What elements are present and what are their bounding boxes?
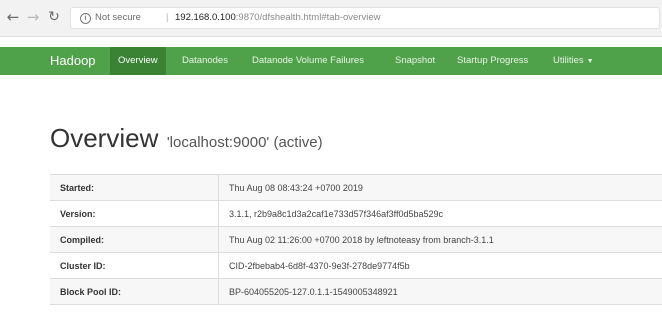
page-title: Overview 'localhost:9000' (active) <box>50 123 323 154</box>
table-row: Version: 3.1.1, r2b9a8c1d3a2caf1e733d57f… <box>50 200 662 227</box>
row-value: 3.1.1, r2b9a8c1d3a2caf1e733d57f346af3ff0… <box>218 200 662 227</box>
row-value: CID-2fbebab4-6d8f-4370-9e3f-278de9774f5b <box>218 252 662 279</box>
nav-tab-snapshot[interactable]: Snapshot <box>395 47 435 75</box>
hadoop-brand-link[interactable]: Hadoop <box>50 47 96 75</box>
caret-down-icon: ▼ <box>586 58 594 65</box>
address-bar[interactable]: i Not secure | 192.168.0.100:9870/dfshea… <box>70 7 660 29</box>
row-value: Thu Aug 08 08:43:24 +0700 2019 <box>218 174 662 201</box>
row-value: BP-604055205-127.0.1.1-1549005348921 <box>218 278 662 305</box>
url-text[interactable]: 192.168.0.100:9870/dfshealth.html#tab-ov… <box>175 8 380 28</box>
url-separator: | <box>166 12 169 23</box>
overview-table: Started: Thu Aug 08 08:43:24 +0700 2019 … <box>50 174 662 305</box>
row-key: Version: <box>50 200 219 227</box>
table-row: Started: Thu Aug 08 08:43:24 +0700 2019 <box>50 174 662 201</box>
table-row: Compiled: Thu Aug 02 11:26:00 +0700 2018… <box>50 226 662 253</box>
nav-tab-datanode-volume-failures[interactable]: Datanode Volume Failures <box>252 47 364 75</box>
security-label: Not secure <box>95 12 141 23</box>
table-row: Cluster ID: CID-2fbebab4-6d8f-4370-9e3f-… <box>50 252 662 279</box>
row-value: Thu Aug 02 11:26:00 +0700 2018 by leftno… <box>218 226 662 253</box>
row-key: Started: <box>50 174 219 201</box>
nav-menu-utilities[interactable]: Utilities ▼ <box>553 47 594 75</box>
info-icon[interactable]: i <box>80 13 91 24</box>
reload-icon[interactable]: ↻ <box>45 7 63 27</box>
arrow-right-icon[interactable]: → <box>24 7 42 27</box>
namenode-address: 'localhost:9000' (active) <box>166 134 323 151</box>
page-title-text: Overview <box>50 123 159 153</box>
browser-toolbar: ← → ↻ i Not secure | 192.168.0.100:9870/… <box>0 0 662 37</box>
nav-tab-overview[interactable]: Overview <box>110 47 166 75</box>
row-key: Cluster ID: <box>50 252 219 279</box>
nav-tab-startup-progress[interactable]: Startup Progress <box>457 47 528 75</box>
nav-tab-datanodes[interactable]: Datanodes <box>182 47 228 75</box>
arrow-left-icon[interactable]: ← <box>4 7 22 27</box>
hadoop-navbar: Hadoop Overview Datanodes Datanode Volum… <box>0 47 662 75</box>
row-key: Compiled: <box>50 226 219 253</box>
row-key: Block Pool ID: <box>50 278 219 305</box>
nav-menu-utilities-label: Utilities <box>553 55 584 66</box>
url-host: 192.168.0.100 <box>175 12 236 23</box>
table-row: Block Pool ID: BP-604055205-127.0.1.1-15… <box>50 278 662 305</box>
url-path: :9870/dfshealth.html#tab-overview <box>235 12 381 23</box>
